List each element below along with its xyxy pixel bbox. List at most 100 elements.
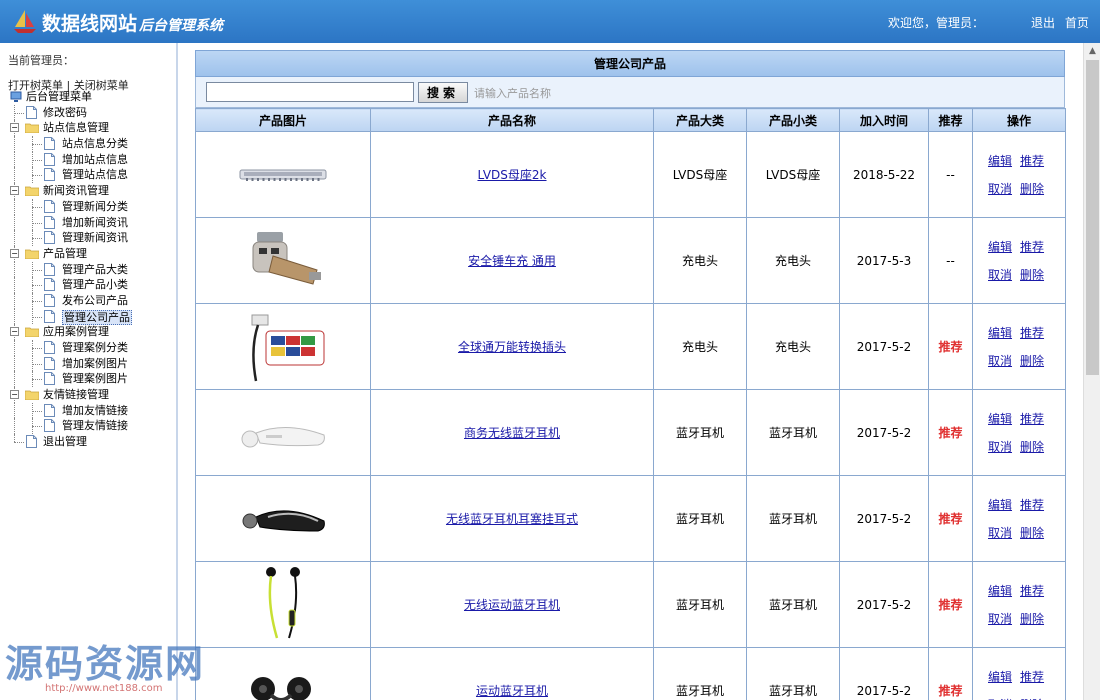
- delete-link[interactable]: 删除: [1020, 440, 1044, 454]
- product-name-link[interactable]: 运动蓝牙耳机: [476, 684, 548, 698]
- tree-item-label[interactable]: 增加案例图片: [62, 356, 128, 372]
- header-bar: 数据线网站 后台管理系统 欢迎您，管理员： 退出 首页: [0, 0, 1100, 43]
- product-name-link[interactable]: 商务无线蓝牙耳机: [464, 426, 560, 440]
- tree-item[interactable]: 发布公司产品: [8, 292, 176, 309]
- recommend-link[interactable]: 推荐: [1020, 498, 1044, 512]
- cancel-link[interactable]: 取消: [988, 526, 1012, 540]
- tree-item[interactable]: 站点信息分类: [8, 136, 176, 152]
- tree-item-label[interactable]: 管理案例图片: [62, 371, 128, 387]
- tree-item-label[interactable]: 增加站点信息: [62, 152, 128, 168]
- tree-item-change-password[interactable]: 修改密码: [8, 104, 176, 121]
- edit-link[interactable]: 编辑: [988, 670, 1012, 684]
- delete-link[interactable]: 删除: [1020, 182, 1044, 196]
- menu-logout[interactable]: 退出管理: [43, 434, 87, 450]
- cancel-link[interactable]: 取消: [988, 182, 1012, 196]
- search-input[interactable]: [206, 82, 414, 102]
- product-name-cell: 全球通万能转换插头: [370, 303, 654, 390]
- scroll-thumb[interactable]: [1086, 60, 1099, 375]
- cancel-link[interactable]: 取消: [988, 268, 1012, 282]
- actions-cell: 编辑推荐 取消删除: [972, 389, 1066, 476]
- cancel-link[interactable]: 取消: [988, 440, 1012, 454]
- cancel-link[interactable]: 取消: [988, 612, 1012, 626]
- delete-link[interactable]: 删除: [1020, 354, 1044, 368]
- tree-item-label[interactable]: 站点信息分类: [62, 136, 128, 152]
- tree-group-label[interactable]: 站点信息管理: [43, 120, 109, 136]
- tree-item-label[interactable]: 管理公司产品: [62, 309, 132, 325]
- tree-item[interactable]: 管理友情链接: [8, 418, 176, 435]
- tree-group[interactable]: − 新闻资讯管理: [8, 183, 176, 199]
- recommend-link[interactable]: 推荐: [1020, 154, 1044, 168]
- delete-link[interactable]: 删除: [1020, 526, 1044, 540]
- product-name-link[interactable]: LVDS母座2k: [477, 168, 546, 182]
- column-header-date: 加入时间: [839, 108, 929, 132]
- menu-change-password[interactable]: 修改密码: [43, 105, 87, 121]
- edit-link[interactable]: 编辑: [988, 154, 1012, 168]
- recommend-link[interactable]: 推荐: [1020, 670, 1044, 684]
- table-row: 无线蓝牙耳机耳塞挂耳式 蓝牙耳机 蓝牙耳机 2017-5-2 推荐 编辑 推荐 取…: [195, 475, 1066, 562]
- tree-item-label[interactable]: 发布公司产品: [62, 293, 128, 309]
- recommend-link[interactable]: 推荐: [1020, 412, 1044, 426]
- search-button[interactable]: 搜索: [418, 82, 468, 103]
- tree-item-label[interactable]: 管理友情链接: [62, 418, 128, 434]
- tree-root-label[interactable]: 后台管理菜单: [26, 89, 92, 105]
- tree-item-label[interactable]: 管理新闻资讯: [62, 230, 128, 246]
- collapse-toggle-icon[interactable]: −: [10, 248, 19, 258]
- logout-link[interactable]: 退出: [1031, 16, 1055, 30]
- tree-item[interactable]: 增加新闻资讯: [8, 214, 176, 231]
- tree-root[interactable]: 后台管理菜单: [8, 89, 176, 105]
- document-icon: [44, 356, 55, 370]
- collapse-toggle-icon[interactable]: −: [10, 390, 19, 400]
- tree-item[interactable]: 管理新闻资讯: [8, 230, 176, 246]
- edit-link[interactable]: 编辑: [988, 498, 1012, 512]
- recommend-link[interactable]: 推荐: [1020, 326, 1044, 340]
- tree-group-label[interactable]: 产品管理: [43, 246, 87, 262]
- tree-item-label[interactable]: 管理案例分类: [62, 340, 128, 356]
- recommend-link[interactable]: 推荐: [1020, 240, 1044, 254]
- scroll-up-arrow-icon[interactable]: ▲: [1084, 43, 1100, 60]
- tree-group[interactable]: − 应用案例管理: [8, 324, 176, 340]
- tree-item-label[interactable]: 增加友情链接: [62, 403, 128, 419]
- sport-headset-image: [196, 671, 370, 700]
- folder-icon: [25, 186, 39, 197]
- tree-item-label[interactable]: 增加新闻资讯: [62, 215, 128, 231]
- tree-item[interactable]: 管理产品小类: [8, 277, 176, 293]
- tree-group-label[interactable]: 新闻资讯管理: [43, 183, 109, 199]
- cancel-link[interactable]: 取消: [988, 354, 1012, 368]
- tree-item[interactable]: 管理案例分类: [8, 340, 176, 356]
- vertical-scrollbar[interactable]: ▲: [1083, 43, 1100, 700]
- product-name-link[interactable]: 无线蓝牙耳机耳塞挂耳式: [446, 512, 578, 526]
- category-cell: 蓝牙耳机: [653, 647, 747, 700]
- delete-link[interactable]: 删除: [1020, 268, 1044, 282]
- edit-link[interactable]: 编辑: [988, 584, 1012, 598]
- edit-link[interactable]: 编辑: [988, 326, 1012, 340]
- collapse-toggle-icon[interactable]: −: [10, 186, 19, 196]
- collapse-toggle-icon[interactable]: −: [10, 327, 19, 337]
- delete-link[interactable]: 删除: [1020, 612, 1044, 626]
- tree-group[interactable]: − 友情链接管理: [8, 387, 176, 403]
- home-link[interactable]: 首页: [1065, 16, 1089, 30]
- tree-group-label[interactable]: 应用案例管理: [43, 324, 109, 340]
- product-name-link[interactable]: 无线运动蓝牙耳机: [464, 598, 560, 612]
- edit-link[interactable]: 编辑: [988, 240, 1012, 254]
- product-name-link[interactable]: 全球通万能转换插头: [458, 340, 566, 354]
- tree-item-label[interactable]: 管理新闻分类: [62, 199, 128, 215]
- tree-item[interactable]: 管理新闻分类: [8, 198, 176, 215]
- tree-item[interactable]: 增加友情链接: [8, 402, 176, 419]
- tree-item[interactable]: 增加案例图片: [8, 355, 176, 372]
- tree-item-label[interactable]: 管理站点信息: [62, 167, 128, 183]
- collapse-toggle-icon[interactable]: −: [10, 123, 19, 133]
- tree-item-logout[interactable]: 退出管理: [8, 434, 176, 450]
- tree-group-label[interactable]: 友情链接管理: [43, 387, 109, 403]
- product-name-link[interactable]: 安全锤车充 通用: [468, 254, 556, 268]
- tree-item[interactable]: 管理公司产品: [8, 308, 176, 325]
- tree-item[interactable]: 增加站点信息: [8, 151, 176, 168]
- tree-group[interactable]: − 产品管理: [8, 245, 176, 262]
- tree-item-label[interactable]: 管理产品小类: [62, 277, 128, 293]
- tree-group[interactable]: − 站点信息管理: [8, 120, 176, 137]
- tree-item[interactable]: 管理站点信息: [8, 167, 176, 184]
- recommend-link[interactable]: 推荐: [1020, 584, 1044, 598]
- edit-link[interactable]: 编辑: [988, 412, 1012, 426]
- tree-item-label[interactable]: 管理产品大类: [62, 262, 128, 278]
- tree-item[interactable]: 管理产品大类: [8, 261, 176, 278]
- tree-item[interactable]: 管理案例图片: [8, 371, 176, 388]
